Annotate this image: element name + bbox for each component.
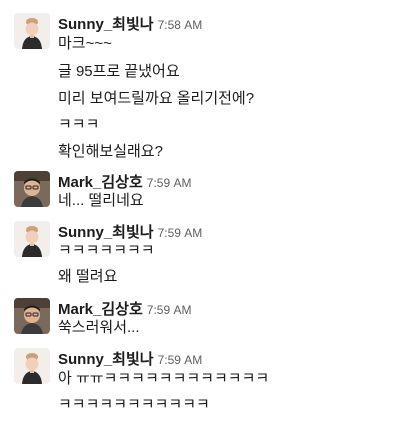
author-name[interactable]: Sunny_최빛나 <box>58 351 154 368</box>
message-header: Sunny_최빛나 7:59 AM <box>58 221 202 242</box>
timestamp[interactable]: 7:59 AM <box>158 226 203 240</box>
message-text: ㅋㅋㅋㅋㅋㅋㅋㅋㅋㅋㅋ <box>58 396 210 413</box>
author-name[interactable]: Sunny_최빛나 <box>58 224 154 241</box>
timestamp[interactable]: 7:59 AM <box>147 303 192 317</box>
timestamp[interactable]: 7:59 AM <box>158 353 203 367</box>
mark-avatar[interactable] <box>14 298 50 334</box>
sunny-avatar[interactable] <box>14 221 50 257</box>
message-text: 아 ㅠㅠㅋㅋㅋㅋㅋㅋㅋㅋㅋㅋㅋㅋ <box>58 370 270 387</box>
mark-avatar[interactable] <box>14 171 50 207</box>
message-header: Sunny_최빛나 7:59 AM <box>58 348 202 369</box>
message-text: 쑥스러워서... <box>58 319 140 336</box>
message-text: ㅋㅋㅋ <box>58 116 100 133</box>
author-name[interactable]: Sunny_최빛나 <box>58 16 154 33</box>
message-text: 마크~~~ <box>58 35 112 52</box>
message-header: Sunny_최빛나 7:58 AM <box>58 13 202 34</box>
author-name[interactable]: Mark_김상호 <box>58 301 143 318</box>
author-name[interactable]: Mark_김상호 <box>58 174 143 191</box>
sunny-avatar[interactable] <box>14 348 50 384</box>
timestamp[interactable]: 7:59 AM <box>147 176 192 190</box>
message-text: 왜 떨려요 <box>58 268 118 285</box>
message-text: ㅋㅋㅋㅋㅋㅋㅋ <box>58 242 155 259</box>
message-text: 확인해보실래요? <box>58 143 163 160</box>
message-header: Mark_김상호 7:59 AM <box>58 171 191 192</box>
message-text: 글 95프로 끝냈어요 <box>58 63 180 80</box>
sunny-avatar[interactable] <box>14 13 50 49</box>
timestamp[interactable]: 7:58 AM <box>158 18 203 32</box>
message-text: 미리 보여드릴까요 올리기전에? <box>58 90 255 107</box>
message-text: 네... 떨리네요 <box>58 192 144 209</box>
message-header: Mark_김상호 7:59 AM <box>58 298 191 319</box>
